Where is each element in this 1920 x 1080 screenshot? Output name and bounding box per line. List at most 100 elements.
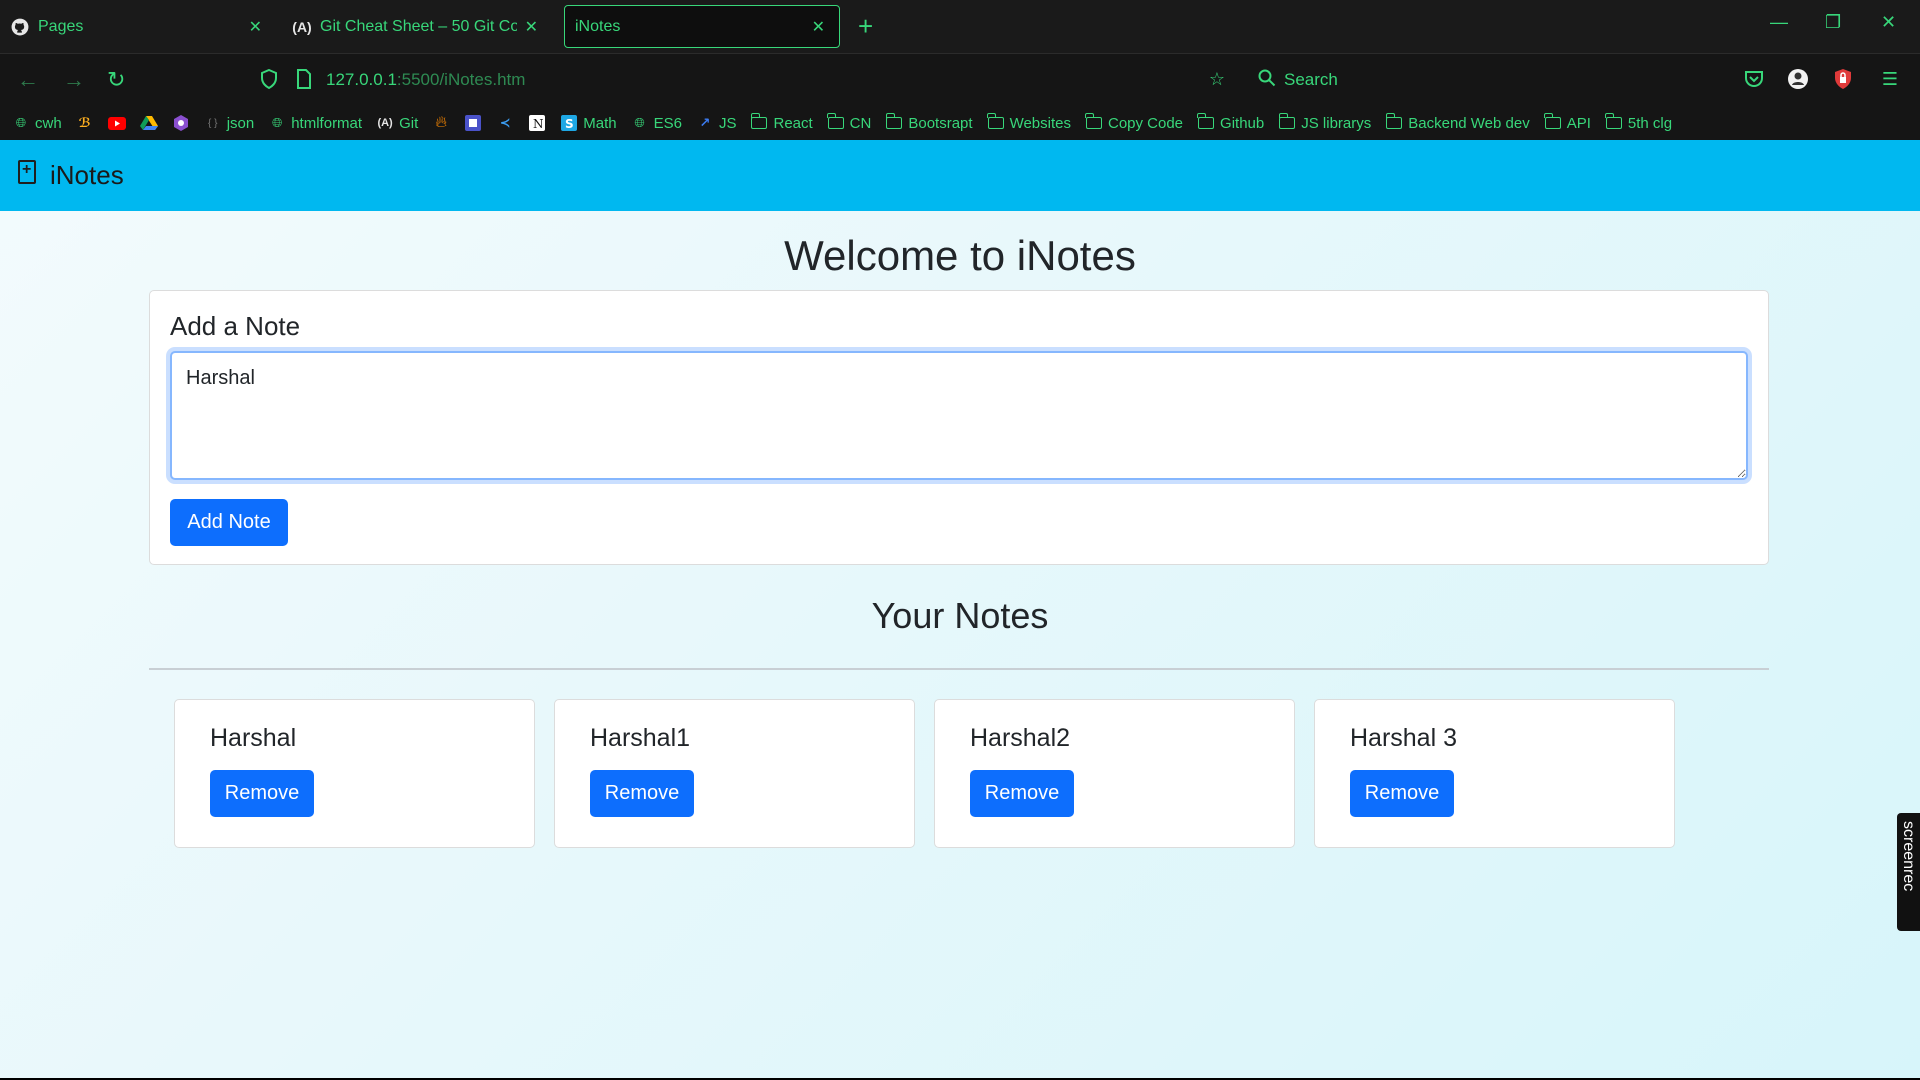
new-tab-button[interactable]: + xyxy=(858,12,873,40)
note-add-icon xyxy=(18,159,36,184)
note-card: Harshal Remove xyxy=(174,699,535,848)
note-card: Harshal1 Remove xyxy=(554,699,915,848)
github-icon xyxy=(10,17,30,37)
add-note-title: Add a Note xyxy=(170,311,301,341)
tab-title: iNotes xyxy=(575,17,621,35)
bookmark-es6[interactable]: 🌐︎ ES6 xyxy=(631,114,682,132)
url-bar[interactable]: 127.0.0.1 :5500/iNotes.htm xyxy=(326,62,1326,98)
page-viewport: iNotes Welcome to iNotes Add a Note Add … xyxy=(0,140,1920,1078)
close-icon[interactable]: ✕ xyxy=(812,17,825,37)
tab-git-cheat-sheet[interactable]: (A) Git Cheat Sheet – 50 Git Comm ✕ xyxy=(282,5,552,48)
url-host: 127.0.0.1 xyxy=(326,70,397,89)
pocket-icon[interactable] xyxy=(1743,68,1765,90)
notes-heading: Your Notes xyxy=(871,595,1049,636)
folder-icon xyxy=(1385,113,1403,132)
bookmark-folder-backend-web-dev[interactable]: Backend Web dev xyxy=(1385,113,1530,132)
remove-note-button[interactable]: Remove xyxy=(210,770,314,817)
a-logo-icon: (A) xyxy=(292,18,312,35)
search-placeholder: Search xyxy=(1284,70,1338,89)
bookmark-folder-react[interactable]: React xyxy=(750,113,813,132)
close-icon[interactable]: ✕ xyxy=(525,17,538,37)
bookmark-folder-websites[interactable]: Websites xyxy=(986,113,1071,132)
add-note-button[interactable]: Add Note xyxy=(170,499,288,546)
note-card: Harshal 3 Remove xyxy=(1314,699,1675,848)
folder-icon xyxy=(1197,113,1215,132)
remove-note-button[interactable]: Remove xyxy=(970,770,1074,817)
folder-icon xyxy=(1085,113,1103,132)
account-icon[interactable] xyxy=(1787,68,1809,90)
bookmark-math[interactable]: S Math xyxy=(560,114,617,132)
close-window-icon[interactable]: ✕ xyxy=(1881,12,1896,33)
tab-title: Git Cheat Sheet – 50 Git Comm xyxy=(320,17,517,35)
tab-inotes[interactable]: iNotes ✕ xyxy=(564,5,840,48)
bookmark-youtube[interactable] xyxy=(107,114,126,132)
close-icon[interactable]: ✕ xyxy=(249,17,262,37)
extension-lock-icon[interactable] xyxy=(1832,68,1854,90)
divider xyxy=(149,668,1769,670)
folder-icon xyxy=(827,113,845,132)
bookmarks-bar: 🌐︎ cwh ℬ { } json 🌐︎ htmlformat (A) Git 🔥︎ ≺… xyxy=(0,106,1920,140)
bookmark-htmlformat[interactable]: 🌐︎ htmlformat xyxy=(268,114,362,132)
globe-icon: 🌐︎ xyxy=(634,115,645,130)
bookmark-star-icon[interactable]: ☆ xyxy=(1206,68,1228,90)
bookmark-square[interactable] xyxy=(464,114,482,132)
screenrec-label: screenrec xyxy=(1900,821,1917,892)
youtube-icon xyxy=(107,114,126,132)
folder-icon xyxy=(1544,113,1562,132)
bookmark-git[interactable]: (A) Git xyxy=(376,114,418,132)
back-icon[interactable]: ← xyxy=(17,67,39,93)
bookmark-folder-github[interactable]: Github xyxy=(1197,113,1264,132)
bookmark-cwh[interactable]: 🌐︎ cwh xyxy=(12,114,62,132)
a-logo-icon: (A) xyxy=(377,117,393,129)
bookmark-notion[interactable]: N xyxy=(528,114,546,132)
arrow-icon: ↗ xyxy=(699,115,711,130)
notion-icon: N xyxy=(528,114,546,132)
bookmark-js[interactable]: ↗ JS xyxy=(696,114,737,132)
bookmark-folder-api[interactable]: API xyxy=(1544,113,1591,132)
vscode-icon: ≺ xyxy=(499,115,511,130)
note-textarea[interactable] xyxy=(170,351,1748,480)
note-text: Harshal 3 xyxy=(1350,724,1457,752)
note-card: Harshal2 Remove xyxy=(934,699,1295,848)
bookmark-folder-5th-clg[interactable]: 5th clg xyxy=(1605,113,1672,132)
page-title: Welcome to iNotes xyxy=(784,232,1136,279)
note-text: Harshal xyxy=(210,724,297,752)
bookmark-folder-bootsrapt[interactable]: Bootsrapt xyxy=(885,113,973,132)
globe-icon: 🌐︎ xyxy=(272,115,283,130)
reload-icon[interactable]: ↻ xyxy=(107,67,125,93)
remove-note-button[interactable]: Remove xyxy=(1350,770,1454,817)
bookmark-drive[interactable] xyxy=(139,114,158,132)
hex-icon xyxy=(172,114,190,132)
shield-icon[interactable] xyxy=(258,68,280,90)
json-icon: { } xyxy=(207,117,218,129)
search-icon xyxy=(1258,69,1276,92)
bookmark-folder-js-librarys[interactable]: JS librarys xyxy=(1278,113,1371,132)
brand-link[interactable]: iNotes xyxy=(18,159,124,191)
tab-title: Pages xyxy=(38,17,84,35)
bookmark-folder-copy-code[interactable]: Copy Code xyxy=(1085,113,1183,132)
bookmark-hex[interactable] xyxy=(172,114,190,132)
menu-icon[interactable]: ☰ xyxy=(1879,68,1901,90)
s-icon: S xyxy=(560,114,578,132)
app-icon: ℬ xyxy=(78,115,91,130)
restore-icon[interactable]: ❐ xyxy=(1825,12,1841,33)
bookmark-folder-cn[interactable]: CN xyxy=(827,113,871,132)
tab-pages[interactable]: Pages ✕ xyxy=(0,5,276,48)
remove-note-button[interactable]: Remove xyxy=(590,770,694,817)
square-icon xyxy=(464,114,482,132)
bookmark-json[interactable]: { } json xyxy=(204,114,254,132)
folder-icon xyxy=(1605,113,1623,132)
app-navbar: iNotes xyxy=(0,140,1920,211)
search-box[interactable]: Search xyxy=(1258,62,1338,98)
drive-icon xyxy=(139,114,158,132)
note-text: Harshal2 xyxy=(970,724,1071,752)
bookmark-app[interactable]: ℬ xyxy=(76,114,94,132)
minimize-icon[interactable]: — xyxy=(1770,12,1788,33)
screenrec-widget[interactable]: screenrec xyxy=(1897,813,1920,931)
bookmark-vscode[interactable]: ≺ xyxy=(496,114,514,132)
forward-icon[interactable]: → xyxy=(63,67,85,93)
bookmark-fire[interactable]: 🔥︎ xyxy=(432,114,450,132)
folder-icon xyxy=(986,113,1005,132)
svg-text:S: S xyxy=(565,117,574,131)
url-path: :5500/iNotes.htm xyxy=(396,70,526,89)
